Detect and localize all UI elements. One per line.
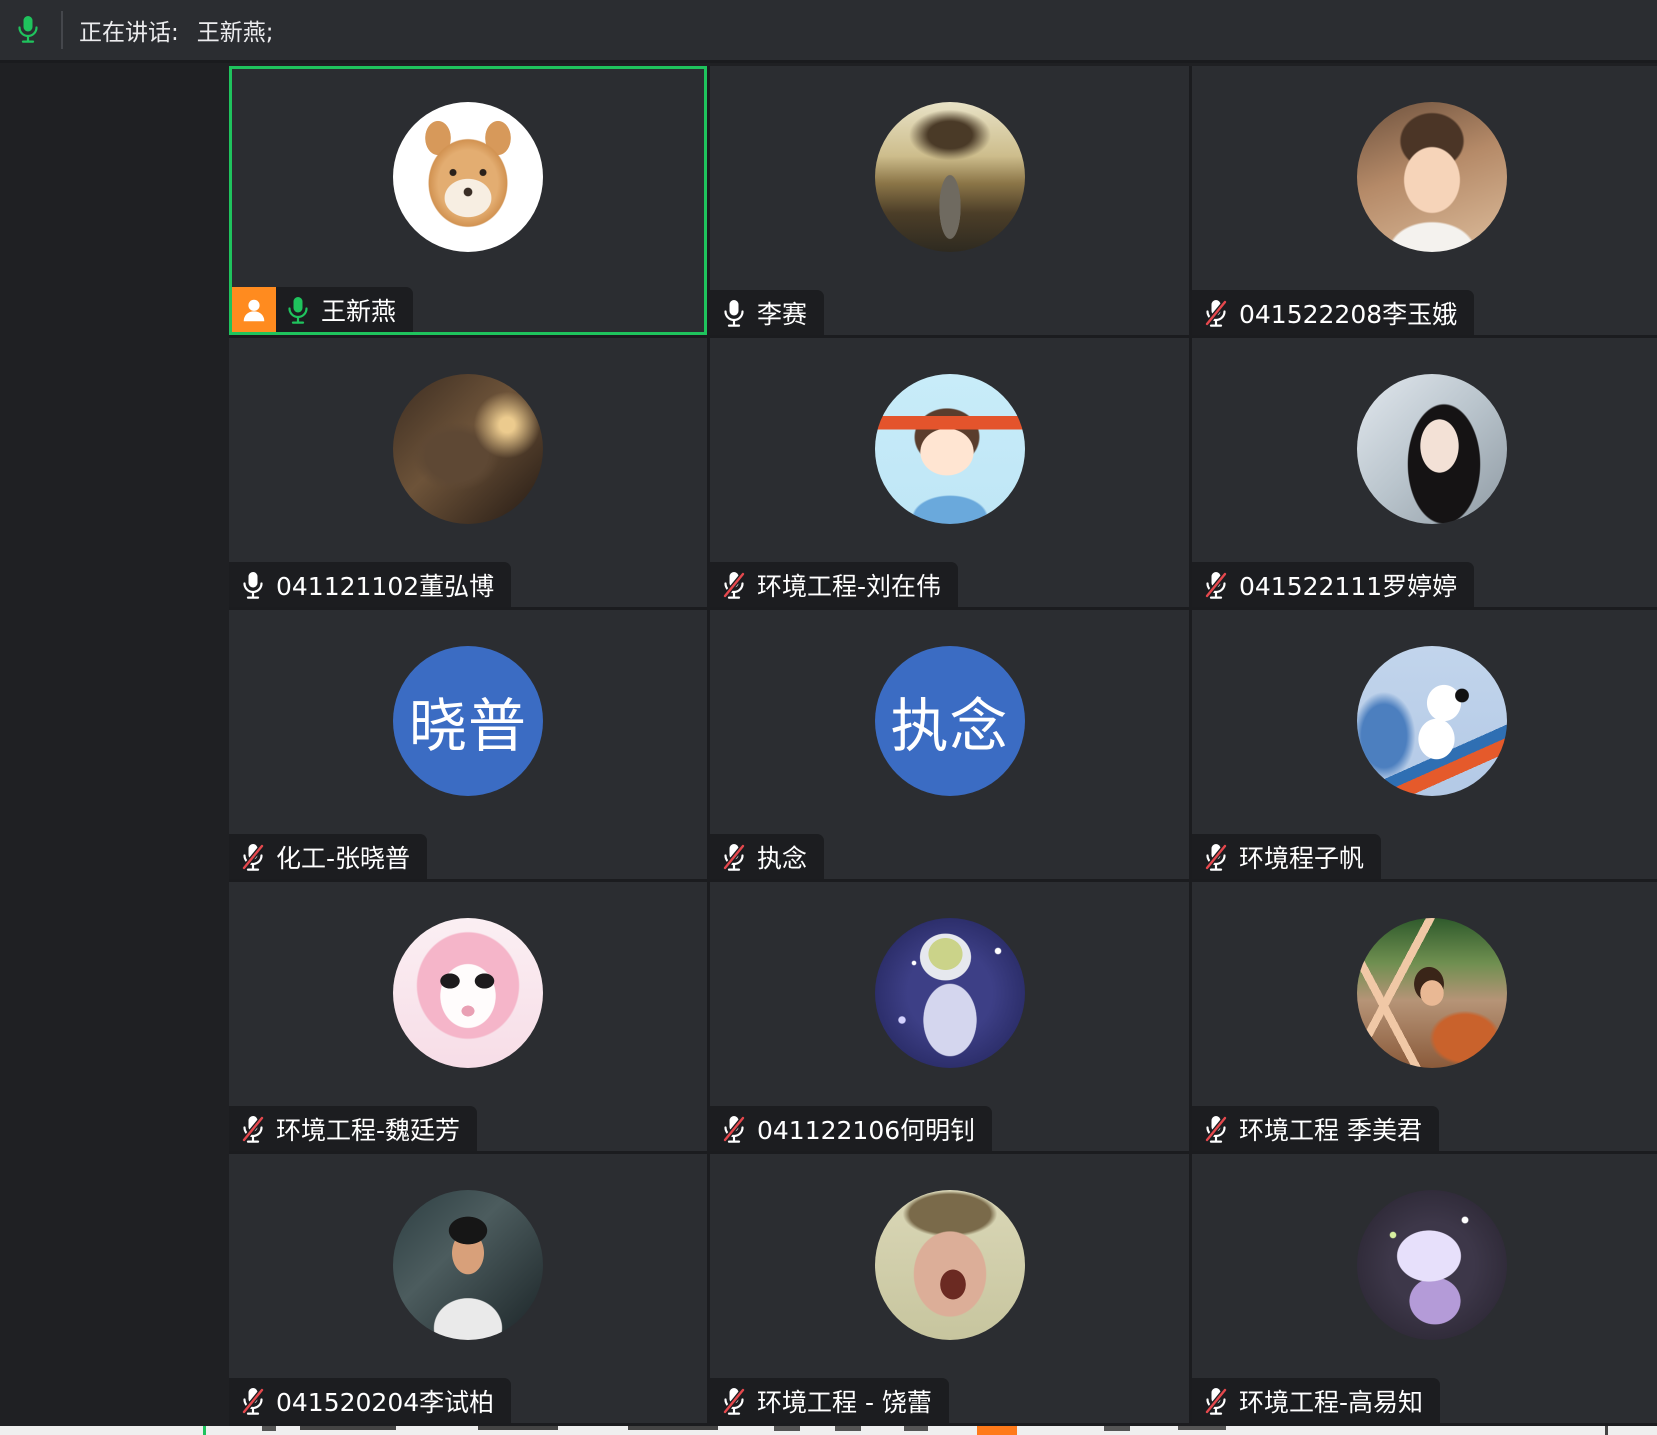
mic-icon[interactable] [241, 571, 265, 599]
toolbar-icon-fragment [904, 1426, 928, 1431]
participant-tile[interactable]: 环境程子帆 [1192, 610, 1657, 879]
participant-tile[interactable]: 041522111罗婷婷 [1192, 338, 1657, 607]
name-label: 化工-张晓普 [229, 834, 428, 879]
avatar-image [874, 1190, 1025, 1340]
toolbar-icon-fragment [1104, 1426, 1130, 1431]
toolbar-accent-line [203, 1426, 206, 1435]
participant-name: 041520204李试柏 [276, 1387, 495, 1417]
name-label: 执念 [710, 834, 825, 879]
avatar-image [1357, 646, 1507, 796]
participant-name: 环境工程-魏廷芳 [276, 1115, 461, 1145]
speaking-names: 王新燕; [196, 20, 274, 46]
toolbar-icon-fragment [628, 1426, 718, 1430]
mic-muted-icon[interactable] [722, 571, 746, 599]
mic-muted-icon[interactable] [722, 843, 746, 871]
name-label: 环境工程-魏廷芳 [229, 1106, 478, 1151]
toolbar-play-button[interactable] [977, 1426, 1017, 1435]
participant-tile[interactable]: 环境工程-魏廷芳 [229, 882, 707, 1151]
avatar-image [1357, 1190, 1507, 1340]
mic-muted-icon[interactable] [1204, 843, 1228, 871]
participant-tile[interactable]: 041121102董弘博 [229, 338, 707, 607]
name-label: 王新燕 [232, 287, 414, 332]
participant-tile[interactable]: 环境工程-高易知 [1192, 1154, 1657, 1423]
name-label: 李赛 [710, 290, 825, 335]
avatar-text: 执念 [874, 646, 1025, 796]
participant-name: 执念 [757, 843, 808, 873]
toolbar-icon-fragment [262, 1426, 276, 1431]
name-label: 041522208李玉娥 [1192, 290, 1475, 335]
avatar-image [393, 102, 543, 252]
name-label: 041122106何明钊 [710, 1106, 993, 1151]
participant-tile[interactable]: 环境工程 - 饶蕾 [710, 1154, 1189, 1423]
participant-name: 环境程子帆 [1239, 843, 1365, 873]
toolbar-icon-fragment [774, 1426, 800, 1431]
mic-muted-icon[interactable] [722, 1387, 746, 1415]
avatar-initials: 晓普 [408, 692, 527, 760]
name-label: 041121102董弘博 [229, 562, 512, 607]
avatar-image [1357, 918, 1507, 1068]
avatar-image [393, 374, 543, 524]
participant-tile[interactable]: 041522208李玉娥 [1192, 66, 1657, 335]
participant-name: 041522111罗婷婷 [1239, 571, 1458, 601]
mic-muted-icon[interactable] [241, 1387, 265, 1415]
name-label: 环境工程-刘在伟 [710, 562, 959, 607]
participant-tile[interactable]: 环境工程-刘在伟 [710, 338, 1189, 607]
participant-name: 环境工程 - 饶蕾 [757, 1387, 932, 1417]
avatar-image [1357, 102, 1507, 252]
avatar-image [1357, 374, 1507, 524]
mic-muted-icon[interactable] [1204, 1115, 1228, 1143]
avatar-image [874, 374, 1025, 524]
participant-name: 化工-张晓普 [276, 843, 411, 873]
name-label: 环境工程-高易知 [1192, 1378, 1441, 1423]
mic-muted-icon[interactable] [1204, 1387, 1228, 1415]
name-label: 环境工程 季美君 [1192, 1106, 1439, 1151]
avatar-image [393, 918, 543, 1068]
toolbar-icon-fragment [300, 1426, 396, 1430]
participant-grid: 王新燕 李赛 041522208李玉娥 041121102董弘博 环境工程-刘在伟 041… [229, 66, 1657, 1426]
mic-active-icon[interactable] [16, 15, 40, 45]
mic-muted-icon[interactable] [241, 1115, 265, 1143]
name-label: 041520204李试柏 [229, 1378, 512, 1423]
participant-name: 环境工程 季美君 [1239, 1115, 1422, 1145]
participant-name: 环境工程-刘在伟 [757, 571, 942, 601]
mic-muted-icon[interactable] [241, 843, 265, 871]
avatar-initials: 执念 [890, 692, 1009, 760]
participant-tile[interactable]: 041520204李试柏 [229, 1154, 707, 1423]
speaking-bar: 正在讲话: 王新燕; [0, 0, 1657, 63]
speaking-label: 正在讲话: [79, 20, 179, 46]
participant-tile[interactable]: 041122106何明钊 [710, 882, 1189, 1151]
avatar-image [874, 102, 1025, 252]
mic-muted-icon[interactable] [1204, 571, 1228, 599]
participant-name: 王新燕 [321, 296, 397, 326]
participant-name: 041522208李玉娥 [1239, 299, 1458, 329]
background-window-toolbar [0, 1426, 1657, 1435]
toolbar-icon-fragment [1605, 1426, 1608, 1435]
host-icon [232, 287, 276, 332]
avatar-image [393, 1190, 543, 1340]
participant-tile[interactable]: 王新燕 [229, 66, 707, 335]
mic-muted-icon[interactable] [1204, 299, 1228, 327]
participant-name: 041121102董弘博 [276, 571, 495, 601]
participant-tile[interactable]: 晓普化工-张晓普 [229, 610, 707, 879]
participant-tile[interactable]: 环境工程 季美君 [1192, 882, 1657, 1151]
name-label: 环境程子帆 [1192, 834, 1382, 879]
participant-name: 李赛 [757, 299, 808, 329]
mic-icon[interactable] [722, 299, 746, 327]
toolbar-icon-fragment [478, 1426, 558, 1430]
participant-tile[interactable]: 执念 执念 [710, 610, 1189, 879]
participant-name: 环境工程-高易知 [1239, 1387, 1424, 1417]
avatar-text: 晓普 [393, 646, 543, 796]
name-label: 041522111罗婷婷 [1192, 562, 1475, 607]
divider [61, 11, 63, 49]
toolbar-icon-fragment [1178, 1426, 1226, 1430]
speaking-status: 正在讲话: 王新燕; [79, 0, 274, 60]
participant-tile[interactable]: 李赛 [710, 66, 1189, 335]
avatar-image [874, 918, 1025, 1068]
mic-muted-icon[interactable] [722, 1115, 746, 1143]
name-label: 环境工程 - 饶蕾 [710, 1378, 949, 1423]
participant-name: 041122106何明钊 [757, 1115, 976, 1145]
mic-active-icon[interactable] [286, 296, 310, 324]
toolbar-icon-fragment [835, 1426, 861, 1431]
